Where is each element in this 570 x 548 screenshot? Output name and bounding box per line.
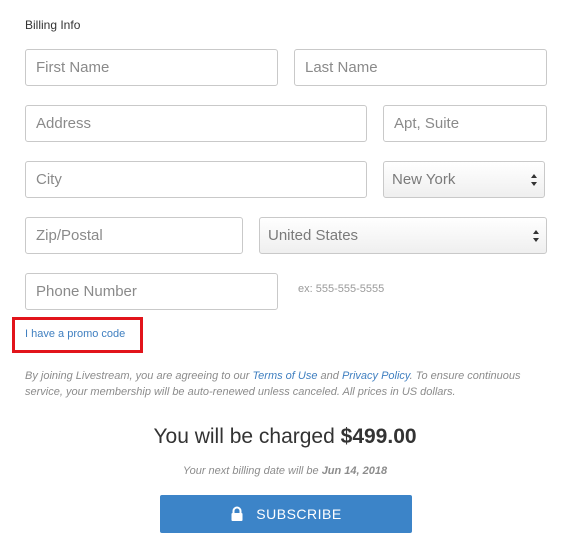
legal-prefix: By joining Livestream, you are agreeing … bbox=[25, 370, 250, 382]
billing-info-title: Billing Info bbox=[25, 18, 81, 32]
state-select-value: New York bbox=[392, 171, 456, 188]
last-name-input[interactable] bbox=[294, 49, 547, 86]
state-select[interactable]: New York bbox=[383, 161, 545, 198]
city-input[interactable] bbox=[25, 161, 367, 198]
privacy-policy-link[interactable]: Privacy Policy bbox=[342, 370, 410, 382]
charge-prefix: You will be charged bbox=[153, 425, 335, 448]
lock-icon bbox=[231, 506, 243, 521]
address-input[interactable] bbox=[25, 105, 367, 142]
next-billing-note: Your next billing date will be Jun 14, 2… bbox=[0, 465, 570, 477]
charge-summary: You will be charged $499.00 bbox=[0, 425, 570, 449]
country-select[interactable]: United States bbox=[259, 217, 547, 254]
country-select-value: United States bbox=[268, 227, 359, 244]
select-arrows-icon bbox=[531, 174, 537, 186]
phone-hint: ex: 555-555-5555 bbox=[298, 283, 385, 295]
zip-input[interactable] bbox=[25, 217, 243, 254]
next-billing-prefix: Your next billing date will be bbox=[182, 465, 319, 477]
subscribe-label: SUBSCRIBE bbox=[256, 506, 342, 522]
legal-and: and bbox=[320, 370, 339, 382]
first-name-input[interactable] bbox=[25, 49, 278, 86]
promo-code-link[interactable]: I have a promo code bbox=[25, 328, 125, 340]
legal-text: By joining Livestream, you are agreeing … bbox=[25, 368, 545, 400]
next-billing-date: Jun 14, 2018 bbox=[321, 465, 388, 477]
subscribe-button[interactable]: SUBSCRIBE bbox=[160, 495, 412, 533]
apt-suite-input[interactable] bbox=[383, 105, 547, 142]
terms-of-use-link[interactable]: Terms of Use bbox=[252, 370, 317, 382]
phone-input[interactable] bbox=[25, 273, 278, 310]
select-arrows-icon bbox=[533, 230, 539, 242]
charge-amount: $499.00 bbox=[340, 425, 417, 448]
